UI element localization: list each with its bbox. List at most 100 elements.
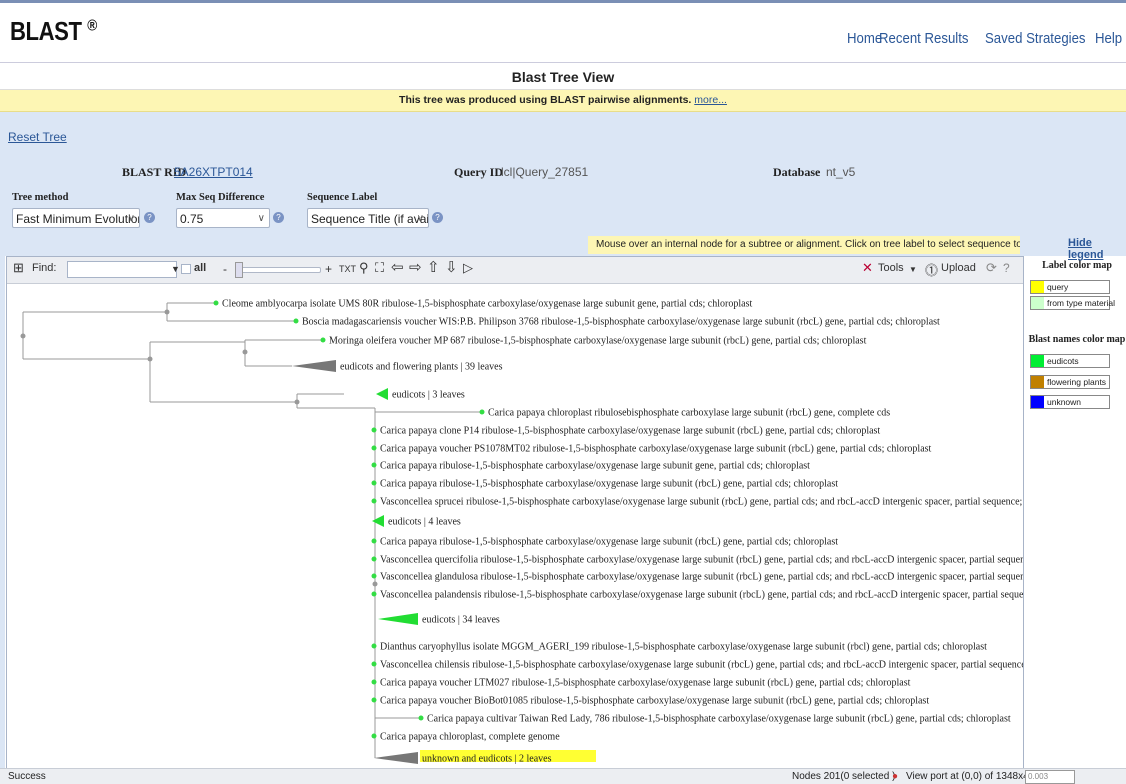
nav-help[interactable]: Help — [1095, 30, 1122, 47]
tree-node[interactable] — [372, 581, 378, 587]
help-icon[interactable]: ? — [1003, 261, 1010, 275]
tree-node[interactable] — [371, 480, 377, 486]
tree-method-select[interactable]: Fast Minimum Evolution ∨ — [12, 208, 140, 228]
nav-saved-strategies[interactable]: Saved Strategies — [985, 30, 1086, 47]
reset-tree-link[interactable]: Reset Tree — [8, 130, 67, 144]
blast-logo[interactable]: BLAST ® — [10, 16, 97, 47]
max-seq-label: Max Seq Difference — [176, 192, 265, 203]
tree-node[interactable] — [164, 309, 170, 315]
tree-leaf-label[interactable]: Vasconcellea glandulosa ribulose-1,5-bis… — [380, 572, 1023, 583]
rid-link[interactable]: 5A26XTPT014 — [174, 165, 253, 179]
zoom-in-icon[interactable]: + — [325, 262, 332, 276]
tree-node[interactable] — [147, 356, 153, 362]
tree-node[interactable] — [371, 556, 377, 562]
tools-icon[interactable]: ✕ — [862, 260, 873, 276]
upload-button[interactable]: Upload — [941, 262, 976, 274]
arrow-right-icon[interactable]: ⇨ — [409, 258, 422, 276]
expand-icon[interactable]: ⊞ — [13, 260, 24, 276]
magnify-icon[interactable]: ⚲ — [359, 260, 369, 276]
tree-leaf-label[interactable]: Moringa oleifera voucher MP 687 ribulose… — [329, 336, 867, 347]
legend-label: eudicots — [1047, 356, 1079, 366]
tree-node[interactable] — [213, 300, 219, 306]
tree-node[interactable] — [20, 333, 26, 339]
tree-leaf-label[interactable]: Carica papaya ribulose-1,5-bisphosphate … — [380, 461, 810, 472]
tree-node[interactable] — [371, 679, 377, 685]
info-icon: ● — [892, 771, 899, 782]
tree-leaf-label[interactable]: Vasconcellea sprucei ribulose-1,5-bispho… — [380, 497, 1023, 508]
tree-node[interactable] — [371, 733, 377, 739]
tree-node[interactable] — [418, 715, 424, 721]
tree-leaf-label[interactable]: Carica papaya clone P14 ribulose-1,5-bis… — [380, 426, 880, 437]
zoom-slider[interactable] — [237, 267, 321, 273]
tree-node[interactable] — [371, 462, 377, 468]
tree-node[interactable] — [293, 318, 299, 324]
tree-svg[interactable]: Cleome amblyocarpa isolate UMS 80R ribul… — [7, 284, 1023, 769]
tree-node[interactable] — [371, 697, 377, 703]
database-label: Database — [773, 165, 821, 179]
tree-node[interactable] — [320, 337, 326, 343]
notice-more-link[interactable]: more... — [694, 94, 727, 106]
find-input[interactable] — [67, 261, 177, 278]
nav-recent-results[interactable]: Recent Results — [879, 30, 969, 47]
tree-leaf-label[interactable]: eudicots | 34 leaves — [422, 615, 500, 626]
tree-leaf-label[interactable]: Carica papaya voucher LTM027 ribulose-1,… — [380, 678, 911, 689]
tree-leaf-label[interactable]: eudicots | 4 leaves — [388, 517, 461, 528]
upload-icon[interactable]: ⓵ — [925, 260, 938, 279]
tree-leaf-label[interactable]: Vasconcellea chilensis ribulose-1,5-bisp… — [380, 660, 1023, 671]
arrow-down-icon[interactable]: ⇩ — [445, 258, 458, 276]
tree-node[interactable] — [294, 399, 300, 405]
chevron-down-icon[interactable]: ▼ — [171, 264, 180, 274]
tree-leaf-label[interactable]: Carica papaya ribulose-1,5-bisphosphate … — [380, 537, 838, 548]
tree-canvas[interactable]: Cleome amblyocarpa isolate UMS 80R ribul… — [7, 284, 1023, 769]
tree-leaf-label[interactable]: eudicots and flowering plants | 39 leave… — [340, 362, 503, 373]
arrow-up-icon[interactable]: ⇧ — [427, 258, 440, 276]
tree-node[interactable] — [371, 643, 377, 649]
pointer-icon[interactable]: ▷ — [463, 260, 473, 276]
seq-label-label: Sequence Label — [307, 192, 378, 203]
max-seq-select[interactable]: 0.75 ∨ — [176, 208, 270, 228]
tree-node[interactable] — [371, 591, 377, 597]
fit-icon[interactable]: ⛶ — [375, 260, 384, 276]
legend-item-flowering-plants: flowering plants — [1030, 375, 1110, 389]
tree-node[interactable] — [371, 445, 377, 451]
tree-node[interactable] — [371, 573, 377, 579]
arrow-left-icon[interactable]: ⇦ — [391, 258, 404, 276]
seq-label-select[interactable]: Sequence Title (if availa ∨ — [307, 208, 429, 228]
tree-node[interactable] — [242, 349, 248, 355]
nav-home[interactable]: Home — [847, 30, 882, 47]
tree-leaf-label[interactable]: Carica papaya voucher PS1078MT02 ribulos… — [380, 444, 932, 455]
text-size-icon[interactable]: TXT — [339, 264, 356, 274]
tree-node[interactable] — [371, 538, 377, 544]
tree-leaf-label[interactable]: Carica papaya chloroplast, complete geno… — [380, 732, 560, 743]
tree-node[interactable] — [371, 661, 377, 667]
tree-node[interactable] — [371, 427, 377, 433]
tree-node[interactable] — [371, 498, 377, 504]
zoom-handle[interactable] — [235, 262, 243, 278]
max-seq-value: 0.75 — [180, 212, 204, 226]
zoom-out-icon[interactable]: - — [223, 262, 227, 276]
tree-node[interactable] — [479, 409, 485, 415]
tree-leaf-label[interactable]: Dianthus caryophyllus isolate MGGM_AGERI… — [380, 642, 987, 653]
tree-leaf-label[interactable]: Boscia madagascariensis voucher WIS:P.B.… — [302, 317, 940, 328]
tree-leaf-label[interactable]: Carica papaya ribulose-1,5-bisphosphate … — [380, 479, 838, 490]
help-icon[interactable]: ? — [144, 212, 155, 223]
tree-leaf-label[interactable]: Carica papaya chloroplast ribulosebispho… — [488, 408, 890, 419]
tree-leaf-label[interactable]: Carica papaya voucher BioBot01085 ribulo… — [380, 696, 929, 707]
clade-triangle — [376, 388, 388, 400]
tree-leaf-label[interactable]: Cleome amblyocarpa isolate UMS 80R ribul… — [222, 299, 752, 310]
all-checkbox[interactable] — [181, 264, 191, 274]
hide-legend-link[interactable]: Hide legend — [1068, 237, 1126, 261]
database-value: nt_v5 — [826, 165, 856, 179]
tree-leaf-label[interactable]: unknown and eudicots | 2 leaves — [422, 754, 552, 765]
status-bar: Success Nodes 201(0 selected ) ● View po… — [0, 768, 1126, 784]
help-icon[interactable]: ? — [432, 212, 443, 223]
tree-leaf-label[interactable]: Carica papaya cultivar Taiwan Red Lady, … — [427, 714, 1011, 725]
tree-leaf-label[interactable]: Vasconcellea quercifolia ribulose-1,5-bi… — [380, 555, 1023, 566]
help-icon[interactable]: ? — [273, 212, 284, 223]
refresh-icon[interactable]: ⟳ — [986, 260, 997, 276]
tools-menu[interactable]: Tools — [878, 262, 904, 274]
tree-leaf-label[interactable]: eudicots | 3 leaves — [392, 390, 465, 401]
header: BLAST ® Home Recent Results Saved Strate… — [0, 0, 1126, 63]
tree-leaf-label[interactable]: Vasconcellea palandensis ribulose-1,5-bi… — [380, 590, 1023, 601]
legend-swatch — [1031, 297, 1044, 309]
